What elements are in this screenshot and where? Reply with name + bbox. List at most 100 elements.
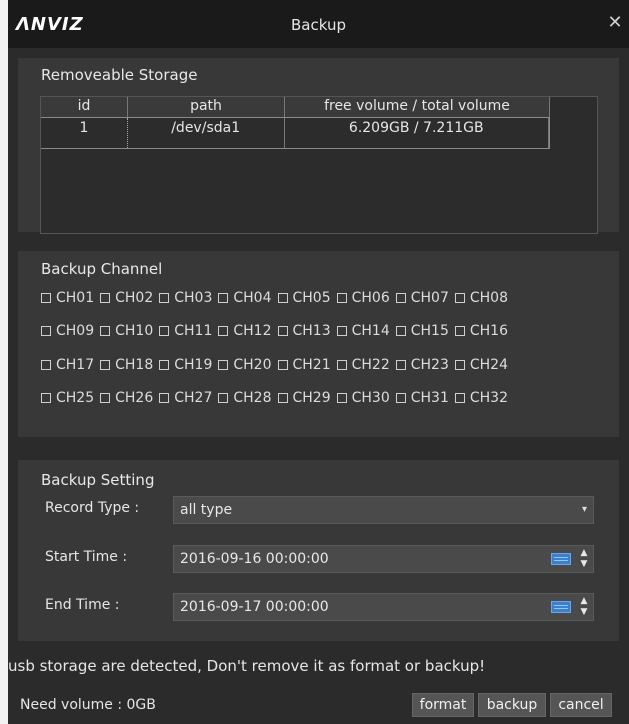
checkbox-icon[interactable] <box>100 393 111 403</box>
spinner-icon[interactable]: ▲ ▼ <box>580 548 588 570</box>
channel-checkbox[interactable]: CH03 <box>159 287 212 309</box>
channel-checkbox[interactable]: CH12 <box>218 320 272 342</box>
checkbox-icon[interactable] <box>41 293 51 303</box>
channel-checkbox[interactable]: CH23 <box>395 354 449 376</box>
channel-label: CH03 <box>174 290 213 306</box>
record-type-select[interactable]: all type ▾ <box>173 496 594 524</box>
channel-checkbox[interactable]: CH08 <box>454 287 508 309</box>
channel-label: CH14 <box>351 323 390 339</box>
checkbox-icon[interactable] <box>454 293 465 303</box>
checkbox-icon[interactable] <box>336 360 347 370</box>
channel-checkbox[interactable]: CH31 <box>395 387 449 409</box>
calendar-icon[interactable] <box>551 601 571 613</box>
channel-label: CH22 <box>351 357 390 373</box>
channel-checkbox[interactable]: CH26 <box>100 387 153 409</box>
table-header: id path free volume / total volume <box>41 97 550 117</box>
channel-checkbox[interactable]: CH30 <box>336 387 390 409</box>
channel-checkbox[interactable]: CH17 <box>41 354 94 376</box>
checkbox-icon[interactable] <box>218 293 229 303</box>
checkbox-icon[interactable] <box>41 326 51 336</box>
checkbox-icon[interactable] <box>100 326 111 336</box>
checkbox-icon[interactable] <box>277 393 288 403</box>
backup-button[interactable]: backup <box>478 693 546 717</box>
channel-label: CH07 <box>410 290 449 306</box>
checkbox-icon[interactable] <box>277 326 288 336</box>
checkbox-icon[interactable] <box>159 293 170 303</box>
channel-checkbox[interactable]: CH11 <box>159 320 212 342</box>
channel-checkbox[interactable]: CH29 <box>277 387 331 409</box>
checkbox-icon[interactable] <box>277 360 288 370</box>
checkbox-icon[interactable] <box>100 360 111 370</box>
checkbox-icon[interactable] <box>159 360 170 370</box>
channel-checkbox[interactable]: CH25 <box>41 387 94 409</box>
channel-label: CH20 <box>233 357 272 373</box>
channel-checkbox[interactable]: CH22 <box>336 354 390 376</box>
checkbox-icon[interactable] <box>218 326 229 336</box>
channel-row: CH17 CH18 CH19 CH20 CH21 CH22 CH23 CH24 <box>41 354 514 376</box>
checkbox-icon[interactable] <box>454 393 465 403</box>
checkbox-icon[interactable] <box>395 293 406 303</box>
channel-label: CH18 <box>115 357 154 373</box>
channel-checkbox[interactable]: CH13 <box>277 320 331 342</box>
channel-checkbox[interactable]: CH09 <box>41 320 94 342</box>
chevron-down-icon: ▾ <box>581 504 587 515</box>
channel-checkbox[interactable]: CH07 <box>395 287 449 309</box>
channel-label: CH17 <box>56 357 95 373</box>
checkbox-icon[interactable] <box>454 326 465 336</box>
checkbox-icon[interactable] <box>454 360 465 370</box>
channel-label: CH12 <box>233 323 272 339</box>
checkbox-icon[interactable] <box>395 393 406 403</box>
channel-checkbox[interactable]: CH06 <box>336 287 390 309</box>
checkbox-icon[interactable] <box>41 393 51 403</box>
channel-label: CH02 <box>115 290 154 306</box>
channel-checkbox[interactable]: CH32 <box>454 387 508 409</box>
channel-checkbox[interactable]: CH04 <box>218 287 272 309</box>
format-button[interactable]: format <box>412 693 474 717</box>
checkbox-icon[interactable] <box>336 326 347 336</box>
checkbox-icon[interactable] <box>159 326 170 336</box>
channel-label: CH28 <box>233 390 272 406</box>
channel-checkbox[interactable]: CH01 <box>41 287 94 309</box>
checkbox-icon[interactable] <box>336 293 347 303</box>
end-time-input[interactable]: 2016-09-17 00:00:00 ▲ ▼ <box>173 593 594 621</box>
start-time-input[interactable]: 2016-09-16 00:00:00 ▲ ▼ <box>173 545 594 573</box>
close-icon[interactable]: ✕ <box>605 12 625 34</box>
channel-checkbox[interactable]: CH02 <box>100 287 153 309</box>
channel-label: CH06 <box>351 290 390 306</box>
end-time-value: 2016-09-17 00:00:00 <box>180 599 329 615</box>
checkbox-icon[interactable] <box>336 393 347 403</box>
table-row[interactable]: 1 /dev/sda1 6.209GB / 7.211GB <box>41 117 550 149</box>
checkbox-icon[interactable] <box>218 360 229 370</box>
channel-checkbox[interactable]: CH18 <box>100 354 153 376</box>
backup-dialog: ΛNVIZ Backup ✕ Removeable Storage id pat… <box>8 0 629 724</box>
channel-label: CH29 <box>292 390 331 406</box>
checkbox-icon[interactable] <box>395 326 406 336</box>
channel-label: CH27 <box>174 390 213 406</box>
calendar-icon[interactable] <box>551 553 571 565</box>
spinner-icon[interactable]: ▲ ▼ <box>580 596 588 618</box>
channel-label: CH16 <box>469 323 508 339</box>
channel-checkbox[interactable]: CH19 <box>159 354 212 376</box>
channel-label: CH31 <box>410 390 449 406</box>
channel-checkbox[interactable]: CH27 <box>159 387 212 409</box>
channel-checkbox[interactable]: CH21 <box>277 354 331 376</box>
channel-checkbox[interactable]: CH28 <box>218 387 272 409</box>
checkbox-icon[interactable] <box>100 293 111 303</box>
channel-label: CH10 <box>115 323 154 339</box>
channel-checkbox[interactable]: CH15 <box>395 320 449 342</box>
checkbox-icon[interactable] <box>218 393 229 403</box>
checkbox-icon[interactable] <box>277 293 288 303</box>
channel-checkbox[interactable]: CH20 <box>218 354 272 376</box>
checkbox-icon[interactable] <box>395 360 406 370</box>
end-time-label: End Time : <box>45 597 120 613</box>
checkbox-icon[interactable] <box>41 360 51 370</box>
storage-title: Removeable Storage <box>41 66 198 84</box>
record-type-label: Record Type : <box>45 500 140 516</box>
cancel-button[interactable]: cancel <box>550 693 612 717</box>
channel-checkbox[interactable]: CH05 <box>277 287 331 309</box>
channel-checkbox[interactable]: CH24 <box>454 354 508 376</box>
channel-checkbox[interactable]: CH14 <box>336 320 390 342</box>
checkbox-icon[interactable] <box>159 393 170 403</box>
channel-checkbox[interactable]: CH10 <box>100 320 153 342</box>
channel-checkbox[interactable]: CH16 <box>454 320 508 342</box>
